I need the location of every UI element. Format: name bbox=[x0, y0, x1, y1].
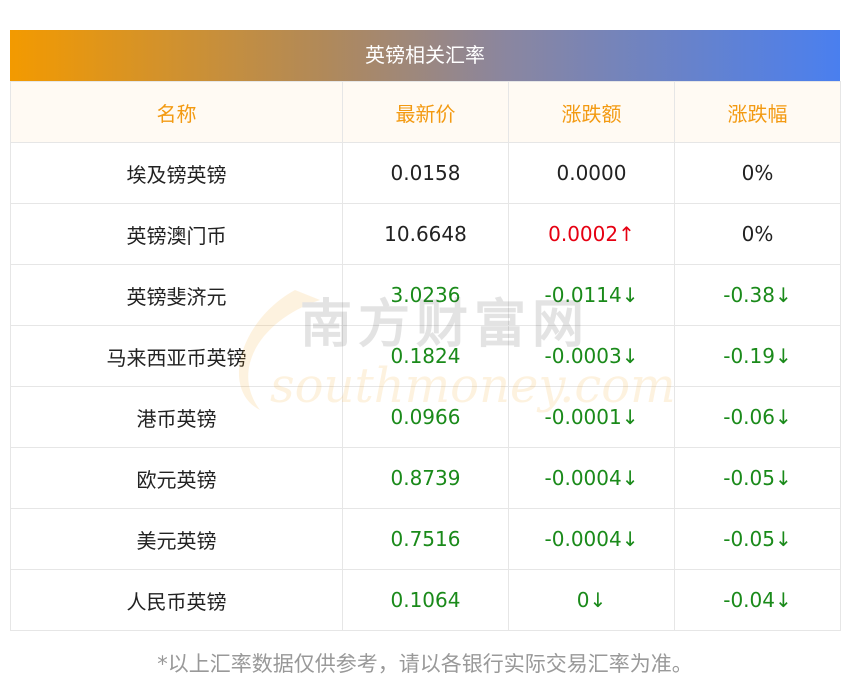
cell-price: 0.1064 bbox=[342, 569, 509, 631]
cell-name: 人民币英镑 bbox=[10, 569, 343, 631]
header-name: 名称 bbox=[10, 81, 343, 143]
footnote: *以上汇率数据仅供参考，请以各银行实际交易汇率为准。 bbox=[157, 652, 693, 676]
cell-change: 0.0002↑ bbox=[508, 203, 675, 265]
table-row: 英镑澳门币 10.6648 0.0002↑ 0% bbox=[10, 203, 841, 265]
header-change: 涨跌额 bbox=[508, 81, 675, 143]
table-row: 欧元英镑 0.8739 -0.0004↓ -0.05↓ bbox=[10, 447, 841, 509]
cell-change: 0↓ bbox=[508, 569, 675, 631]
cell-pct: -0.38↓ bbox=[674, 264, 841, 326]
cell-change: -0.0003↓ bbox=[508, 325, 675, 387]
table-title: 英镑相关汇率 bbox=[10, 30, 840, 81]
cell-price: 0.1824 bbox=[342, 325, 509, 387]
cell-pct: -0.19↓ bbox=[674, 325, 841, 387]
cell-change: -0.0004↓ bbox=[508, 447, 675, 509]
cell-name: 英镑斐济元 bbox=[10, 264, 343, 326]
table-row: 人民币英镑 0.1064 0↓ -0.04↓ bbox=[10, 569, 841, 631]
cell-name: 欧元英镑 bbox=[10, 447, 343, 509]
cell-price: 0.8739 bbox=[342, 447, 509, 509]
cell-name: 美元英镑 bbox=[10, 508, 343, 570]
cell-pct: -0.05↓ bbox=[674, 447, 841, 509]
cell-name: 埃及镑英镑 bbox=[10, 142, 343, 204]
table-row: 港币英镑 0.0966 -0.0001↓ -0.06↓ bbox=[10, 386, 841, 448]
cell-price: 3.0236 bbox=[342, 264, 509, 326]
header-pct: 涨跌幅 bbox=[674, 81, 841, 143]
table-row: 马来西亚币英镑 0.1824 -0.0003↓ -0.19↓ bbox=[10, 325, 841, 387]
header-price: 最新价 bbox=[342, 81, 509, 143]
cell-pct: -0.05↓ bbox=[674, 508, 841, 570]
cell-change: -0.0114↓ bbox=[508, 264, 675, 326]
table-row: 英镑斐济元 3.0236 -0.0114↓ -0.38↓ bbox=[10, 264, 841, 326]
cell-name: 港币英镑 bbox=[10, 386, 343, 448]
page: 英镑相关汇率 名称 最新价 涨跌额 涨跌幅 埃及镑英镑 0.0158 0.0000 0… bbox=[0, 0, 850, 697]
table-row: 美元英镑 0.7516 -0.0004↓ -0.05↓ bbox=[10, 508, 841, 570]
cell-pct: 0% bbox=[674, 203, 841, 265]
exchange-rate-table: 名称 最新价 涨跌额 涨跌幅 埃及镑英镑 0.0158 0.0000 0% 英镑澳门币 1… bbox=[10, 81, 841, 631]
cell-change: -0.0004↓ bbox=[508, 508, 675, 570]
cell-name: 马来西亚币英镑 bbox=[10, 325, 343, 387]
cell-price: 0.0158 bbox=[342, 142, 509, 204]
cell-price: 0.0966 bbox=[342, 386, 509, 448]
cell-change: 0.0000 bbox=[508, 142, 675, 204]
cell-pct: -0.04↓ bbox=[674, 569, 841, 631]
cell-price: 0.7516 bbox=[342, 508, 509, 570]
table-row: 埃及镑英镑 0.0158 0.0000 0% bbox=[10, 142, 841, 204]
cell-name: 英镑澳门币 bbox=[10, 203, 343, 265]
cell-pct: 0% bbox=[674, 142, 841, 204]
header-row: 名称 最新价 涨跌额 涨跌幅 bbox=[10, 81, 841, 143]
cell-change: -0.0001↓ bbox=[508, 386, 675, 448]
cell-pct: -0.06↓ bbox=[674, 386, 841, 448]
cell-price: 10.6648 bbox=[342, 203, 509, 265]
